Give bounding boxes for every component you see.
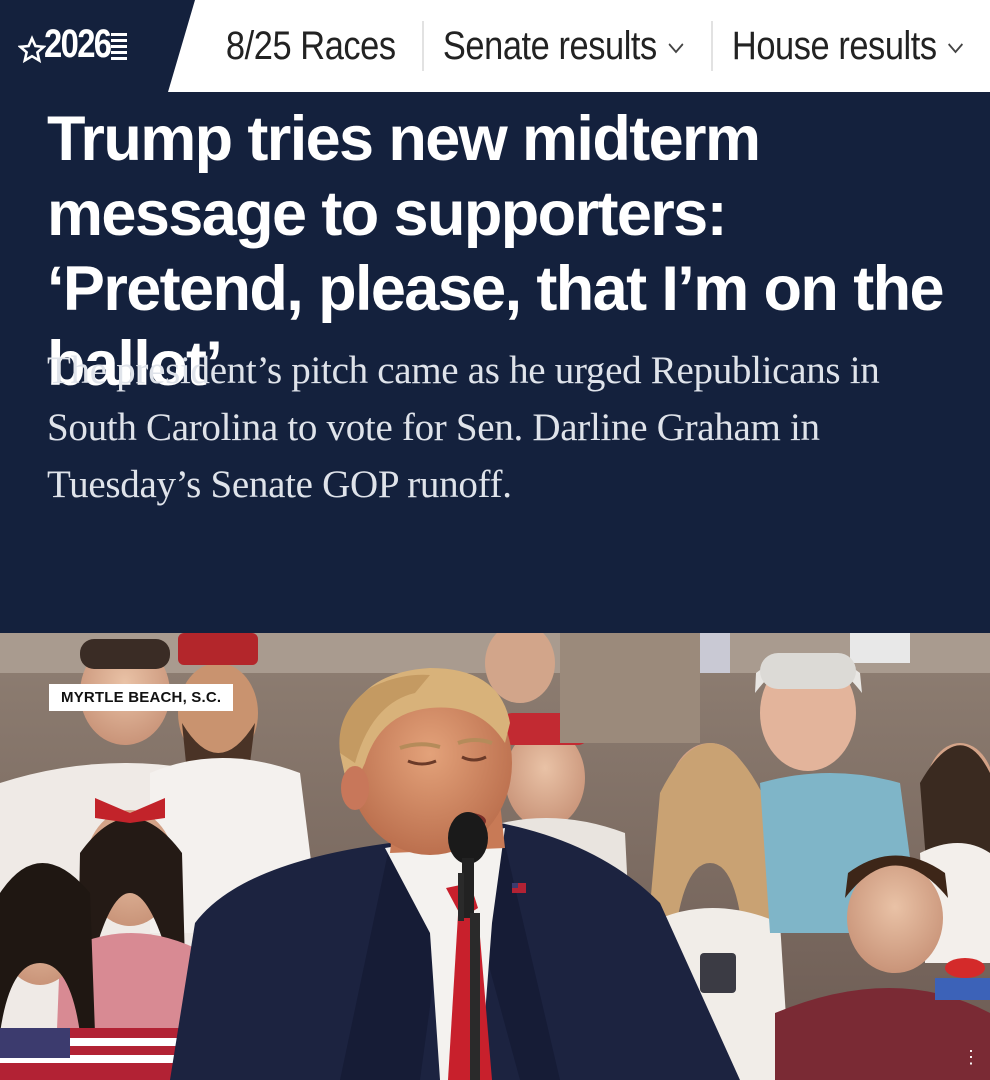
logo-text: 2026: [44, 22, 112, 66]
logo-2026[interactable]: 2026: [0, 0, 195, 92]
nav-item-senate-results[interactable]: Senate results: [424, 21, 703, 71]
photo-location-label: MYRTLE BEACH, S.C.: [49, 684, 234, 711]
article-lead-photo[interactable]: MYRTLE BEACH, S.C. ⋮: [0, 633, 990, 1080]
star-icon: [18, 35, 46, 64]
nav-links: 8/25 Races Senate results House results: [195, 0, 990, 92]
nav-item-races[interactable]: 8/25 Races: [207, 21, 415, 71]
nav-item-races-label: 8/25 Races: [225, 23, 396, 68]
more-options-icon[interactable]: ⋮: [962, 1047, 980, 1068]
chevron-down-icon: [948, 43, 964, 54]
nav-item-senate-label: Senate results: [443, 23, 658, 68]
article-header: Trump tries new midterm message to suppo…: [0, 92, 990, 633]
chevron-down-icon: [668, 43, 684, 54]
nav-item-house-results[interactable]: House results: [713, 21, 983, 71]
nav-item-house-label: House results: [731, 23, 937, 68]
top-navigation: 2026 8/25 Races Senate results House res…: [0, 0, 990, 92]
article-dek: The president’s pitch came as he urged R…: [47, 349, 880, 506]
logo-mark: 2026: [18, 22, 127, 66]
logo-bars-icon: [110, 32, 127, 60]
